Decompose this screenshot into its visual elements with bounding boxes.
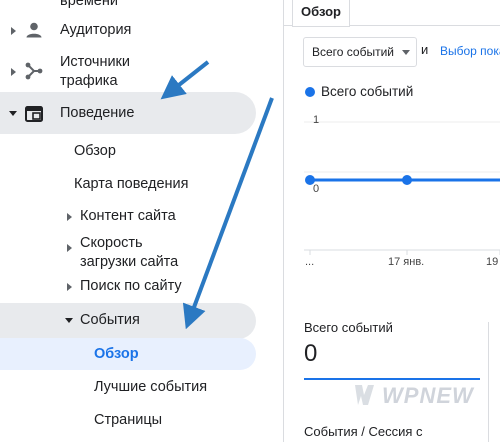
arrow-to-events	[182, 97, 274, 330]
annotation-arrows	[160, 60, 274, 330]
arrow-to-behavior	[160, 60, 210, 100]
